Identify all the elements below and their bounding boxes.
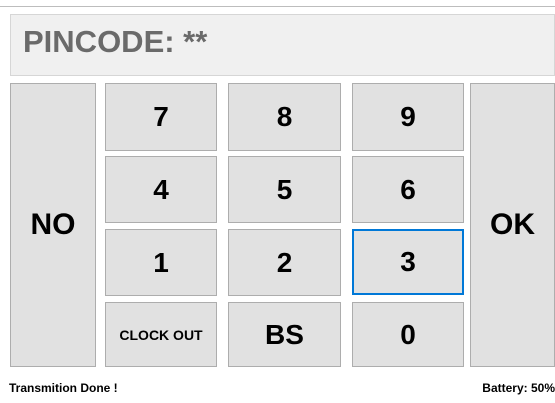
key-7-button[interactable]: 7 [105,83,217,151]
status-message: Transmition Done ! [9,381,118,395]
key-2-button[interactable]: 2 [228,229,341,296]
battery-status: Battery: 50% [482,381,555,395]
key-3-button[interactable]: 3 [352,229,464,295]
key-9-button[interactable]: 9 [352,83,464,151]
key-1-button[interactable]: 1 [105,229,217,296]
pincode-display: PINCODE: ** [10,14,555,76]
key-8-button[interactable]: 8 [228,83,341,151]
key-0-button[interactable]: 0 [352,302,464,367]
ok-button[interactable]: OK [470,83,555,367]
key-4-button[interactable]: 4 [105,156,217,223]
key-5-button[interactable]: 5 [228,156,341,223]
backspace-button[interactable]: BS [228,302,341,367]
pincode-label: PINCODE: ** [23,24,208,59]
no-button[interactable]: NO [10,83,96,367]
key-6-button[interactable]: 6 [352,156,464,223]
clock-out-button[interactable]: CLOCK OUT [105,302,217,367]
top-border [0,0,555,7]
